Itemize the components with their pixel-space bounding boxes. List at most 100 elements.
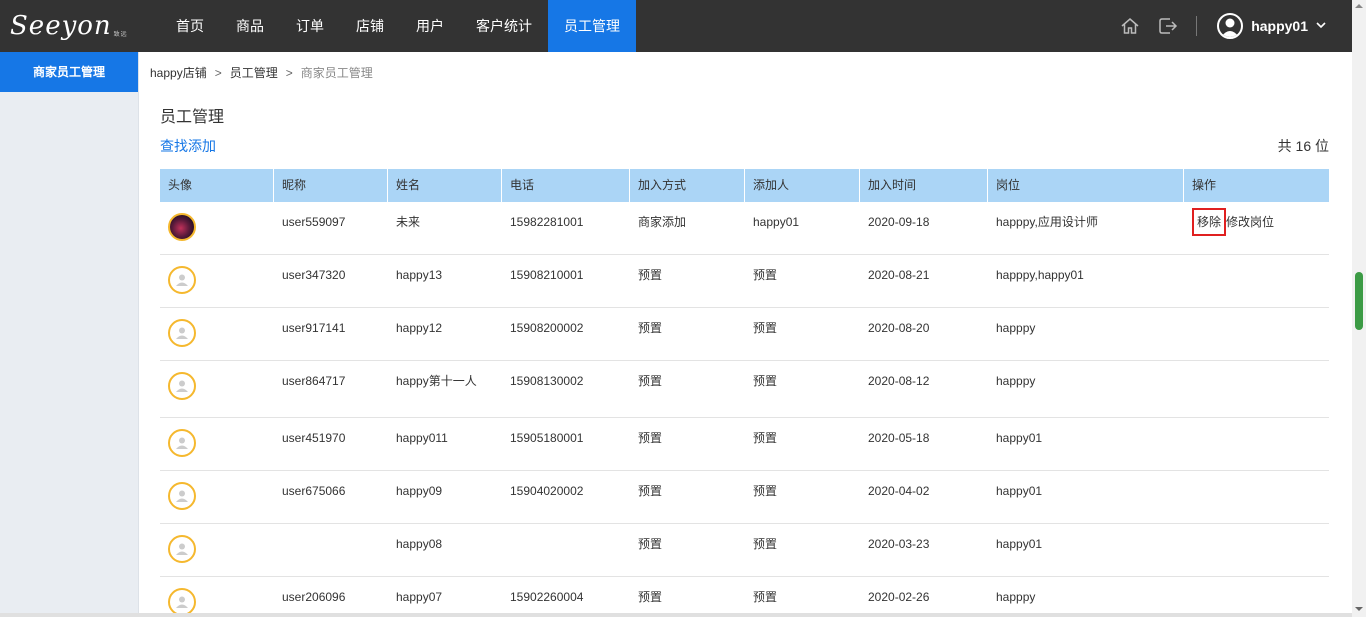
scroll-up-arrow-icon[interactable] xyxy=(1355,4,1363,8)
search-add-link[interactable]: 查找添加 xyxy=(160,136,216,156)
nav-item-orders[interactable]: 订单 xyxy=(280,0,340,52)
table-row: user864717 happy第十一人 15908130002 预置 预置 2… xyxy=(160,361,1329,418)
join-date-cell: 2020-05-18 xyxy=(860,418,988,470)
join-method-cell: 预置 xyxy=(630,524,745,576)
table-row: user206096 happy07 15902260004 预置 预置 202… xyxy=(160,577,1329,630)
name-cell: happy07 xyxy=(388,577,502,630)
page-title: 员工管理 xyxy=(160,103,224,127)
phone-cell: 15905180001 xyxy=(502,418,630,470)
join-date-cell: 2020-02-26 xyxy=(860,577,988,630)
post-cell: happpy xyxy=(988,308,1184,360)
adder-cell: 预置 xyxy=(745,577,860,630)
column-header-adder: 添加人 xyxy=(745,169,860,202)
post-cell: happpy xyxy=(988,577,1184,630)
scroll-down-arrow-icon[interactable] xyxy=(1355,607,1363,611)
join-method-cell: 预置 xyxy=(630,361,745,417)
column-header-join-method: 加入方式 xyxy=(630,169,745,202)
column-header-name: 姓名 xyxy=(388,169,502,202)
nav-item-users[interactable]: 用户 xyxy=(400,0,460,52)
join-date-cell: 2020-08-12 xyxy=(860,361,988,417)
breadcrumb-staff-management[interactable]: 员工管理 xyxy=(230,64,278,81)
post-cell: happpy,应用设计师 xyxy=(988,202,1184,254)
modify-post-button[interactable]: 修改岗位 xyxy=(1226,214,1274,230)
join-date-cell: 2020-08-21 xyxy=(860,255,988,307)
default-avatar-icon xyxy=(168,266,196,294)
top-navbar: Seeyon 致远 首页 商品 订单 店铺 用户 客户统计 员工管理 happy… xyxy=(0,0,1352,52)
adder-cell: 预置 xyxy=(745,471,860,523)
actions-cell xyxy=(1184,255,1329,307)
join-method-cell: 预置 xyxy=(630,418,745,470)
avatar-cell xyxy=(160,577,274,630)
join-method-cell: 预置 xyxy=(630,577,745,630)
nickname-cell: user675066 xyxy=(274,471,388,523)
nickname-cell: user917141 xyxy=(274,308,388,360)
nav-item-staff-management[interactable]: 员工管理 xyxy=(548,0,636,52)
chevron-down-icon[interactable] xyxy=(1316,21,1326,32)
name-cell: 未来 xyxy=(388,202,502,254)
avatar-cell xyxy=(160,418,274,470)
name-cell: happy011 xyxy=(388,418,502,470)
adder-cell: 预置 xyxy=(745,255,860,307)
default-avatar-icon xyxy=(168,535,196,563)
avatar-cell xyxy=(160,202,274,254)
scrollbar-thumb[interactable] xyxy=(1355,272,1363,330)
join-date-cell: 2020-09-18 xyxy=(860,202,988,254)
adder-cell: 预置 xyxy=(745,524,860,576)
table-row: user451970 happy011 15905180001 预置 预置 20… xyxy=(160,418,1329,471)
phone-cell: 15902260004 xyxy=(502,577,630,630)
default-avatar-icon xyxy=(168,482,196,510)
post-cell: happy01 xyxy=(988,524,1184,576)
nickname-cell: user347320 xyxy=(274,255,388,307)
nickname-cell: user864717 xyxy=(274,361,388,417)
sidebar-item-merchant-staff[interactable]: 商家员工管理 xyxy=(0,52,138,92)
nickname-cell xyxy=(274,524,388,576)
join-method-cell: 商家添加 xyxy=(630,202,745,254)
home-icon[interactable] xyxy=(1120,16,1140,36)
nav-item-customer-stats[interactable]: 客户统计 xyxy=(460,0,548,52)
logout-icon[interactable] xyxy=(1158,16,1178,36)
seeyon-logo[interactable]: Seeyon 致远 xyxy=(10,10,128,42)
join-date-cell: 2020-08-20 xyxy=(860,308,988,360)
table-row: user917141 happy12 15908200002 预置 预置 202… xyxy=(160,308,1329,361)
avatar-cell xyxy=(160,471,274,523)
phone-cell: 15904020002 xyxy=(502,471,630,523)
phone-cell: 15908210001 xyxy=(502,255,630,307)
actions-cell xyxy=(1184,308,1329,360)
post-cell: happpy,happy01 xyxy=(988,255,1184,307)
column-header-phone: 电话 xyxy=(502,169,630,202)
adder-cell: 预置 xyxy=(745,361,860,417)
phone-cell: 15908130002 xyxy=(502,361,630,417)
adder-cell: 预置 xyxy=(745,308,860,360)
actions-cell: 移除 修改岗位 xyxy=(1184,202,1329,254)
breadcrumb-current: 商家员工管理 xyxy=(301,64,373,81)
avatar-cell xyxy=(160,524,274,576)
phone-cell: 15982281001 xyxy=(502,202,630,254)
name-cell: happy09 xyxy=(388,471,502,523)
default-avatar-icon xyxy=(168,429,196,457)
column-header-avatar: 头像 xyxy=(160,169,274,202)
join-date-cell: 2020-04-02 xyxy=(860,471,988,523)
column-header-post: 岗位 xyxy=(988,169,1184,202)
vertical-scrollbar[interactable] xyxy=(1352,0,1366,617)
post-cell: happy01 xyxy=(988,418,1184,470)
nav-item-shop[interactable]: 店铺 xyxy=(340,0,400,52)
actions-cell xyxy=(1184,418,1329,470)
name-cell: happy12 xyxy=(388,308,502,360)
join-date-cell: 2020-03-23 xyxy=(860,524,988,576)
nav-item-products[interactable]: 商品 xyxy=(220,0,280,52)
nav-item-home[interactable]: 首页 xyxy=(160,0,220,52)
user-name[interactable]: happy01 xyxy=(1251,18,1308,34)
horizontal-scrollbar[interactable] xyxy=(0,613,1352,617)
default-avatar-icon xyxy=(168,588,196,616)
name-cell: happy08 xyxy=(388,524,502,576)
nickname-cell: user451970 xyxy=(274,418,388,470)
user-avatar[interactable] xyxy=(1217,13,1243,39)
table-row: user559097 未来 15982281001 商家添加 happy01 2… xyxy=(160,202,1329,255)
actions-cell xyxy=(1184,577,1329,630)
remove-button[interactable]: 移除 xyxy=(1192,208,1226,236)
actions-cell xyxy=(1184,361,1329,417)
phone-cell xyxy=(502,524,630,576)
breadcrumb-shop[interactable]: happy店铺 xyxy=(150,64,207,81)
avatar-cell xyxy=(160,255,274,307)
join-method-cell: 预置 xyxy=(630,471,745,523)
